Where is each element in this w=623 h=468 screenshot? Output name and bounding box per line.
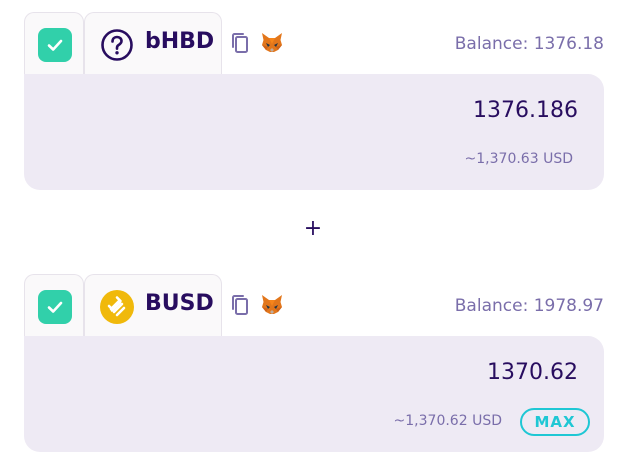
token-a-selector[interactable]: bHBD: [84, 12, 222, 74]
copy-icon[interactable]: [230, 294, 250, 316]
token-b-checkbox[interactable]: [38, 290, 72, 324]
metamask-fox-icon[interactable]: [260, 31, 284, 55]
token-a-input-block: bHBD Balance: 1376.18 1376.186 ~1,370.63…: [24, 12, 604, 190]
token-b-amount-input[interactable]: 1370.62: [487, 360, 578, 385]
copy-icon[interactable]: [230, 32, 250, 54]
token-b-usd-value: ~1,370.62 USD: [393, 413, 502, 429]
token-b-symbol: BUSD: [145, 291, 214, 316]
token-a-balance: Balance: 1376.18: [454, 34, 604, 54]
max-button[interactable]: MAX: [520, 408, 590, 436]
plus-icon: +: [303, 216, 323, 241]
token-a-symbol: bHBD: [145, 29, 215, 54]
token-a-amount-input[interactable]: 1376.186: [473, 98, 578, 123]
token-a-checkbox[interactable]: [38, 28, 72, 62]
token-b-selector[interactable]: BUSD: [84, 274, 222, 336]
busd-logo-icon: [100, 290, 134, 324]
checkmark-icon: [47, 39, 63, 51]
token-b-balance: Balance: 1978.97: [454, 296, 604, 316]
token-a-usd-value: ~1,370.63 USD: [464, 151, 573, 167]
token-a-select-tab[interactable]: [24, 12, 84, 74]
token-b-input-block: BUSD Balance: 1978.97 1370.62 ~1,370.62 …: [24, 274, 604, 454]
token-b-amount-panel[interactable]: 1370.62 ~1,370.62 USD MAX: [24, 336, 604, 452]
question-icon: [101, 29, 133, 61]
token-a-amount-panel[interactable]: 1376.186 ~1,370.63 USD: [24, 74, 604, 190]
checkmark-icon: [47, 301, 63, 313]
metamask-fox-icon[interactable]: [260, 293, 284, 317]
token-b-select-tab[interactable]: [24, 274, 84, 336]
